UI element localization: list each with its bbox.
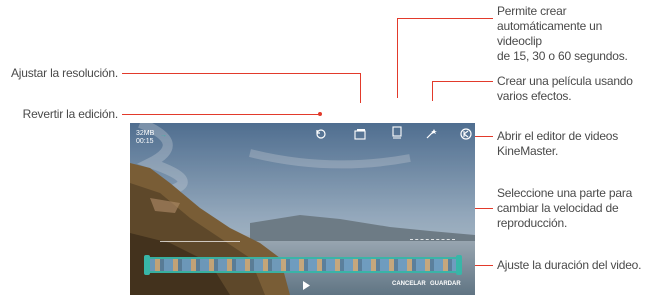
trim-handle-end[interactable]	[456, 255, 462, 275]
cancel-button[interactable]: CANCELAR	[392, 281, 426, 287]
save-button[interactable]: GUARDAR	[430, 281, 461, 287]
file-size: 32MB	[136, 130, 155, 137]
annotation-movie-line2: varios efectos.	[497, 89, 572, 103]
callout-line-movie-v	[432, 81, 433, 101]
elapsed-time: 00:15	[136, 138, 154, 145]
callout-line-auto-clip	[397, 18, 493, 19]
annotation-auto-clip: Permite crear automáticamente un videocl…	[497, 4, 647, 64]
annotation-movie-line1: Crear una película usando	[497, 74, 633, 88]
resolution-indicator: →	[160, 132, 167, 139]
callout-line-auto-clip-v	[397, 18, 398, 98]
annotation-auto-clip-line1: Permite crear	[497, 4, 567, 18]
callout-line-movie	[432, 81, 493, 82]
annotation-speed: Seleccione una parte para cambiar la vel…	[497, 186, 647, 231]
play-icon[interactable]	[302, 281, 310, 290]
annotation-speed-line2: cambiar la velocidad de	[497, 201, 619, 215]
resolution-icon[interactable]	[354, 128, 366, 140]
annotation-auto-clip-line3: de 15, 30 o 60 segundos.	[497, 49, 628, 63]
kinemaster-icon[interactable]	[460, 128, 472, 140]
annotation-duration: Ajuste la duración del video.	[497, 258, 642, 272]
video-editor-screen: 32MB 00:15 → CANCELAR GUARDAR	[130, 123, 475, 295]
undo-icon[interactable]	[315, 128, 327, 140]
trim-timeline[interactable]	[144, 257, 462, 273]
annotation-kinemaster-line2: KineMaster.	[497, 144, 559, 158]
callout-line-undo	[122, 114, 320, 115]
callout-line-duration	[475, 265, 493, 266]
annotation-auto-clip-line2: automáticamente un videoclip	[497, 19, 603, 48]
annotation-speed-line3: reproducción.	[497, 216, 568, 230]
callout-dot-undo	[318, 112, 322, 116]
movie-effects-icon[interactable]	[425, 128, 437, 140]
callout-line-resolution-v	[360, 73, 361, 103]
annotation-movie: Crear una película usando varios efectos…	[497, 74, 647, 104]
speed-section-selector[interactable]	[410, 239, 455, 248]
callout-line-resolution	[122, 73, 360, 74]
annotation-resolution: Ajustar la resolución.	[11, 66, 118, 80]
annotation-speed-line1: Seleccione una parte para	[497, 186, 633, 200]
annotation-kinemaster: Abrir el editor de videos KineMaster.	[497, 129, 647, 159]
speed-marker-left	[160, 241, 240, 247]
auto-clip-icon[interactable]	[391, 126, 403, 140]
annotation-kinemaster-line1: Abrir el editor de videos	[497, 129, 619, 143]
annotation-undo: Revertir la edición.	[22, 107, 119, 121]
trim-handle-start[interactable]	[144, 255, 150, 275]
